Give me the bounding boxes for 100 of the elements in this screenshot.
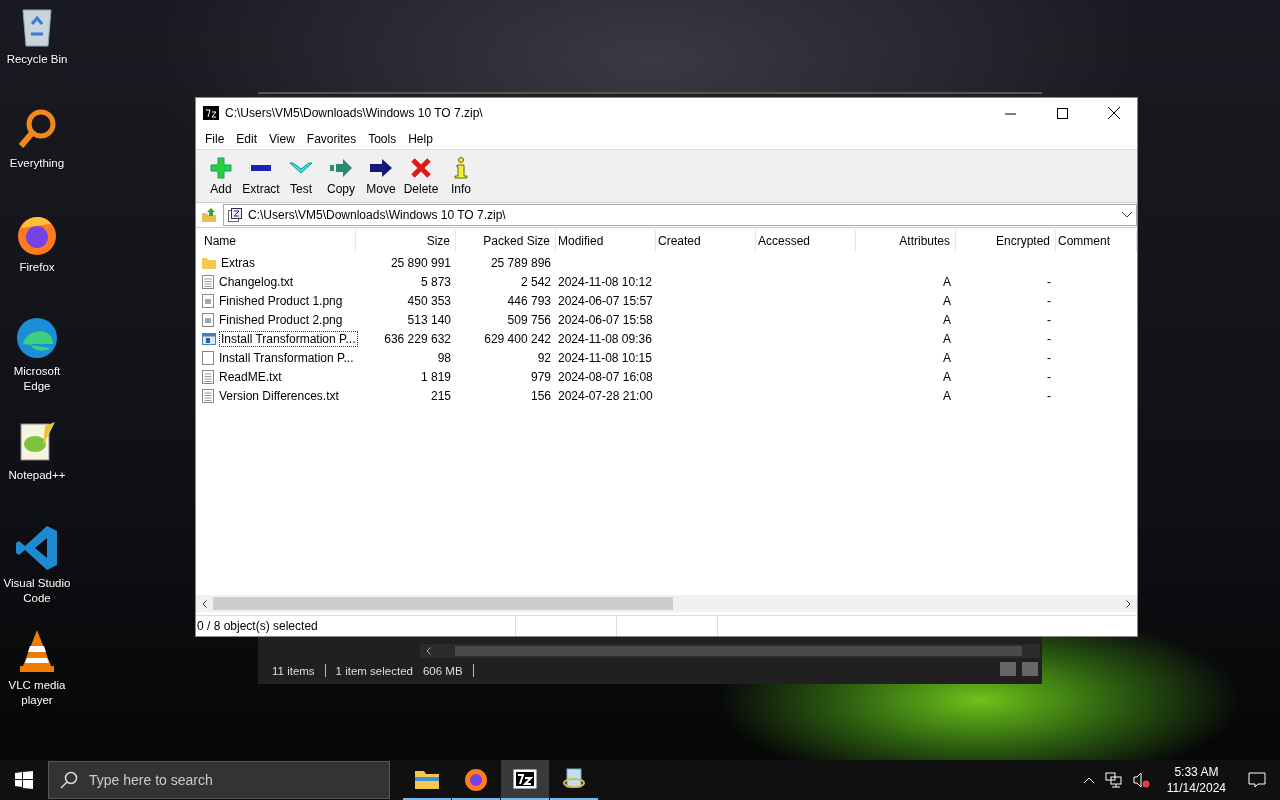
horizontal-scrollbar[interactable] xyxy=(196,595,1137,612)
toolbar-button[interactable]: Move xyxy=(361,150,401,202)
table-cell-text: - xyxy=(1046,274,1052,289)
delete-cross-icon xyxy=(410,156,432,179)
menu-item[interactable]: File xyxy=(199,131,231,146)
desktop-icon-label[interactable]: Microsoft Edge xyxy=(0,364,74,394)
folder-icon[interactable] xyxy=(415,768,439,790)
table-cell-text: 2024-08-07 16:08 xyxy=(557,369,654,384)
desktop-icon-label[interactable]: Notepad++ xyxy=(8,468,66,483)
table-cell-text: 215 xyxy=(429,388,452,403)
desktop-icon-label[interactable]: Visual Studio Code xyxy=(0,576,74,606)
network-icon[interactable] xyxy=(1104,772,1123,788)
browser-wave-icon xyxy=(15,316,59,360)
table-cell-text: 636 229 632 xyxy=(383,331,452,346)
file-name[interactable]: Install Transformation P... xyxy=(219,330,358,347)
file-name[interactable]: Finished Product 2.png xyxy=(217,311,345,328)
desktop-icon-label[interactable]: Recycle Bin xyxy=(6,52,68,67)
folder-icon xyxy=(202,255,216,270)
table-cell-text: A xyxy=(942,293,952,308)
clock-time[interactable]: 5:33 AM xyxy=(1174,764,1219,780)
column-header[interactable]: Modified xyxy=(556,230,656,252)
archive-7z-icon[interactable] xyxy=(513,769,537,789)
file-name[interactable]: ReadME.txt xyxy=(217,368,284,385)
table-cell-text: - xyxy=(1046,293,1052,308)
column-header[interactable]: Encrypted xyxy=(956,230,1056,252)
file-name[interactable]: Finished Product 1.png xyxy=(217,292,345,309)
table-cell-text: A xyxy=(942,369,952,384)
app-logo-icon xyxy=(203,106,219,120)
image-file-icon xyxy=(202,293,214,308)
toolbar-button[interactable]: Test xyxy=(281,150,321,202)
table-cell-text: - xyxy=(1046,388,1052,403)
table-cell-text: A xyxy=(942,388,952,403)
search-field[interactable]: Type here to search xyxy=(48,761,390,799)
table-cell-text: - xyxy=(1046,369,1052,384)
toolbar-button[interactable]: Copy xyxy=(321,150,361,202)
notification-icon[interactable] xyxy=(1248,772,1266,788)
text-file-icon xyxy=(202,369,214,384)
table-cell-text: 25 890 991 xyxy=(389,255,452,270)
setup-disc-icon[interactable] xyxy=(562,767,586,791)
taskbar-app[interactable] xyxy=(501,760,549,800)
file-name[interactable]: Extras xyxy=(219,254,257,271)
column-header[interactable]: Name xyxy=(202,230,356,252)
scroll-right-icon[interactable] xyxy=(1126,599,1131,608)
table-cell-text: 2024-06-07 15:57 xyxy=(557,293,654,308)
table-cell-text: 156 xyxy=(529,388,552,403)
scroll-left-icon[interactable] xyxy=(426,647,431,655)
info-icon xyxy=(454,156,468,179)
column-header[interactable]: Packed Size xyxy=(456,230,556,252)
menu-item[interactable]: Favorites xyxy=(300,131,363,146)
address-field[interactable]: C:\Users\VM5\Downloads\Windows 10 TO 7.zip\ xyxy=(223,204,1137,226)
toolbar-button[interactable]: Delete xyxy=(401,150,441,202)
toolbar-button[interactable]: Add xyxy=(201,150,241,202)
file-name[interactable]: Changelog.txt xyxy=(217,273,296,290)
speaker-muted-icon[interactable] xyxy=(1132,772,1151,788)
folder-up-icon[interactable] xyxy=(201,207,217,223)
menu-item[interactable]: View xyxy=(263,131,301,146)
table-cell-text: 513 140 xyxy=(406,312,452,327)
menu-item[interactable]: Edit xyxy=(230,131,264,146)
column-header[interactable]: Comment xyxy=(1056,230,1137,252)
traffic-cone-icon xyxy=(17,628,57,674)
menu-item[interactable]: Help xyxy=(402,131,439,146)
menu-item[interactable]: Tools xyxy=(362,131,403,146)
desktop-icon-label[interactable]: Firefox xyxy=(19,260,55,275)
table-cell-text: - xyxy=(1046,331,1052,346)
toolbar-button[interactable]: Info xyxy=(441,150,481,202)
toolbar-button[interactable]: Extract xyxy=(241,150,281,202)
search-icon xyxy=(60,771,78,789)
file-name[interactable]: Version Differences.txt xyxy=(217,387,341,404)
table-cell-text: 2024-06-07 15:58 xyxy=(557,312,654,327)
clock-date[interactable]: 11/14/2024 xyxy=(1166,780,1226,796)
double-arrow-icon xyxy=(329,156,353,179)
table-cell-text: 2 542 xyxy=(519,274,552,289)
table-cell-text: 98 xyxy=(436,350,452,365)
table-cell-text: 509 756 xyxy=(506,312,552,327)
column-header[interactable]: Attributes xyxy=(856,230,956,252)
table-cell-text: 2024-11-08 10:12 xyxy=(557,274,653,289)
column-header[interactable]: Size xyxy=(356,230,456,252)
chevron-up-icon[interactable] xyxy=(1082,776,1095,784)
blank-file-icon xyxy=(202,350,214,365)
windows-logo-icon[interactable] xyxy=(15,771,33,789)
table-cell-text: 446 793 xyxy=(506,293,552,308)
image-file-icon xyxy=(202,312,214,327)
desktop-icon-label[interactable]: Everything xyxy=(9,156,65,171)
column-header[interactable]: Accessed xyxy=(756,230,856,252)
table-cell-text: - xyxy=(1046,350,1052,365)
text-file-icon xyxy=(202,388,214,403)
desktop-icon-label[interactable]: VLC media player xyxy=(0,678,74,708)
dropdown-caret-icon[interactable] xyxy=(1122,212,1132,218)
table-cell-text: 629 400 242 xyxy=(483,331,552,346)
file-name[interactable]: Install Transformation P... xyxy=(217,349,356,366)
plus-icon xyxy=(210,156,232,179)
code-editor-icon xyxy=(15,524,59,572)
table-cell-text: 2024-07-28 21:00 xyxy=(557,388,654,403)
column-header[interactable]: Created xyxy=(656,230,756,252)
browser-fox-icon[interactable] xyxy=(464,767,488,791)
horizontal-scrollbar[interactable] xyxy=(420,644,1040,658)
table-cell-text: 1 819 xyxy=(419,369,452,384)
right-arrow-icon xyxy=(369,156,393,179)
scroll-left-icon[interactable] xyxy=(202,599,207,608)
table-cell-text: A xyxy=(942,274,952,289)
